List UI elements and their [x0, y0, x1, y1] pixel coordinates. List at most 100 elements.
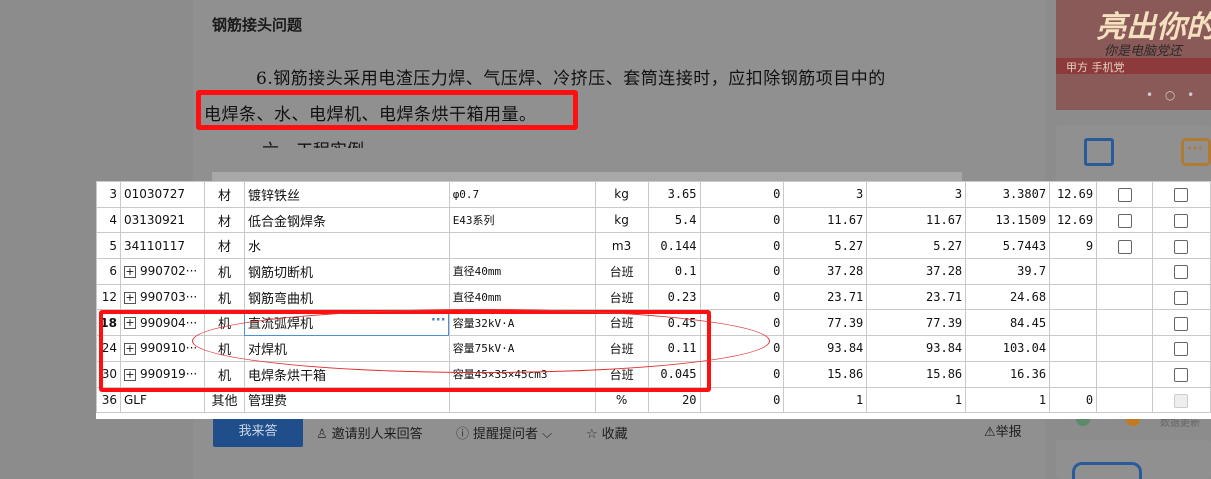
quantity-cell[interactable]: 0.23	[647, 283, 701, 311]
checkbox[interactable]	[1117, 214, 1132, 229]
value-cell[interactable]	[1049, 258, 1098, 285]
expand-icon[interactable]: +	[123, 291, 136, 304]
value-cell[interactable]: 0	[699, 360, 785, 388]
name-cell[interactable]: 镀锌铁丝	[243, 181, 450, 208]
check-cell[interactable]	[1096, 360, 1153, 388]
value-cell[interactable]: 37.28	[783, 258, 868, 285]
collect-link[interactable]: ☆ 收藏	[586, 423, 628, 442]
value-cell[interactable]: 84.45	[965, 309, 1051, 337]
carousel-dots[interactable]: • ○ •	[1146, 88, 1198, 102]
check-cell[interactable]	[1096, 206, 1153, 234]
code-cell[interactable]: 34110117	[119, 232, 205, 260]
check-cell[interactable]	[1151, 283, 1211, 311]
spec-cell[interactable]: φ0.7	[448, 181, 596, 208]
value-cell[interactable]: 0	[699, 206, 785, 234]
checkbox[interactable]	[1117, 188, 1132, 203]
checkbox[interactable]	[1174, 239, 1189, 254]
type-cell[interactable]: 材	[203, 232, 245, 260]
check-cell[interactable]	[1151, 360, 1211, 388]
unit-cell[interactable]: kg	[594, 181, 649, 208]
value-cell[interactable]: 3.3807	[965, 181, 1051, 208]
expand-icon[interactable]: +	[123, 265, 136, 278]
spec-cell[interactable]: E43系列	[448, 206, 596, 234]
type-cell[interactable]: 机	[203, 283, 245, 311]
unit-cell[interactable]: 台班	[594, 258, 649, 285]
code-cell[interactable]: +990702···	[119, 258, 205, 285]
spec-cell[interactable]: 直径40mm	[448, 258, 596, 285]
value-cell[interactable]: 11.67	[866, 206, 967, 234]
quantity-cell[interactable]: 0.1	[647, 258, 701, 285]
value-cell[interactable]: 0	[699, 181, 785, 208]
check-cell[interactable]	[1096, 258, 1153, 285]
checkbox[interactable]	[1174, 188, 1189, 203]
value-cell[interactable]: 0	[699, 386, 785, 414]
value-cell[interactable]: 39.7	[965, 258, 1051, 285]
check-cell[interactable]	[1151, 232, 1211, 260]
quantity-cell[interactable]: 3.65	[647, 181, 701, 208]
check-cell[interactable]	[1096, 335, 1153, 362]
value-cell[interactable]: 0	[699, 258, 785, 285]
check-cell[interactable]	[1096, 283, 1153, 311]
name-cell[interactable]: 钢筋弯曲机	[243, 283, 450, 311]
value-cell[interactable]: 12.69	[1049, 206, 1098, 234]
check-cell[interactable]	[1151, 181, 1211, 208]
check-cell[interactable]	[1096, 386, 1153, 414]
value-cell[interactable]: 93.84	[783, 335, 868, 362]
check-cell[interactable]	[1151, 309, 1211, 337]
checkbox[interactable]	[1174, 316, 1189, 331]
value-cell[interactable]: 12.69	[1049, 181, 1098, 208]
value-cell[interactable]: 5.27	[866, 232, 967, 260]
table-row[interactable]: 12 +990703··· 机钢筋弯曲机 直径40mm 台班 0.23 0 23.71 23.7…	[96, 283, 1211, 311]
value-cell[interactable]	[1049, 335, 1098, 362]
table-row[interactable]: 4 03130921 材低合金钢焊条 E43系列 kg 5.4 0 11.67 11.67 13.…	[96, 206, 1211, 234]
check-cell[interactable]	[1096, 232, 1153, 260]
check-cell[interactable]	[1096, 309, 1153, 337]
check-cell[interactable]	[1151, 335, 1211, 362]
value-cell[interactable]	[1049, 360, 1098, 388]
checkbox[interactable]	[1117, 239, 1132, 254]
value-cell[interactable]	[1049, 283, 1098, 311]
quantity-cell[interactable]: 0.144	[647, 232, 701, 260]
table-row[interactable]: 6 +990702··· 机钢筋切断机 直径40mm 台班 0.1 0 37.28 37.28 3…	[96, 258, 1211, 285]
value-cell[interactable]: 5.27	[783, 232, 868, 260]
invite-link[interactable]: ♙ 邀请别人来回答	[316, 423, 423, 442]
value-cell[interactable]: 11.67	[783, 206, 868, 234]
value-cell[interactable]: 0	[699, 232, 785, 260]
value-cell[interactable]: 37.28	[866, 258, 967, 285]
check-cell[interactable]	[1096, 181, 1153, 208]
spec-cell[interactable]	[448, 232, 596, 260]
value-cell[interactable]	[1049, 309, 1098, 337]
check-cell[interactable]	[1151, 206, 1211, 234]
remind-link[interactable]: ⓘ 提醒提问者 ⌵	[456, 423, 552, 442]
check-cell[interactable]	[1151, 386, 1211, 414]
name-cell[interactable]: 水	[243, 232, 450, 260]
value-cell[interactable]: 77.39	[866, 309, 967, 337]
unit-cell[interactable]: 台班	[594, 283, 649, 311]
unit-cell[interactable]: kg	[594, 206, 649, 234]
value-cell[interactable]: 23.71	[783, 283, 868, 311]
value-cell[interactable]: 1	[965, 386, 1051, 414]
value-cell[interactable]: 0	[1049, 386, 1098, 414]
checkbox[interactable]	[1174, 368, 1189, 383]
value-cell[interactable]: 13.1509	[965, 206, 1051, 234]
value-cell[interactable]: 23.71	[866, 283, 967, 311]
value-cell[interactable]: 9	[1049, 232, 1098, 260]
value-cell[interactable]: 1	[783, 386, 868, 414]
value-cell[interactable]: 15.86	[783, 360, 868, 388]
name-cell[interactable]: 低合金钢焊条	[243, 206, 450, 234]
value-cell[interactable]: 3	[866, 181, 967, 208]
value-cell[interactable]: 15.86	[866, 360, 967, 388]
value-cell[interactable]: 3	[783, 181, 868, 208]
edit-icon[interactable]	[1084, 138, 1114, 166]
unit-cell[interactable]: m3	[594, 232, 649, 260]
value-cell[interactable]: 77.39	[783, 309, 868, 337]
value-cell[interactable]: 24.68	[965, 283, 1051, 311]
checkbox[interactable]	[1174, 342, 1189, 357]
chat-icon[interactable]	[1181, 138, 1211, 166]
value-cell[interactable]: 1	[866, 386, 967, 414]
checkbox[interactable]	[1174, 214, 1189, 229]
table-row[interactable]: 3 01030727 材镀锌铁丝 φ0.7 kg 3.65 0 3 3 3.3807 12.69	[96, 181, 1211, 208]
check-cell[interactable]	[1151, 258, 1211, 285]
spec-cell[interactable]: 直径40mm	[448, 283, 596, 311]
code-cell[interactable]: 01030727	[119, 181, 205, 208]
